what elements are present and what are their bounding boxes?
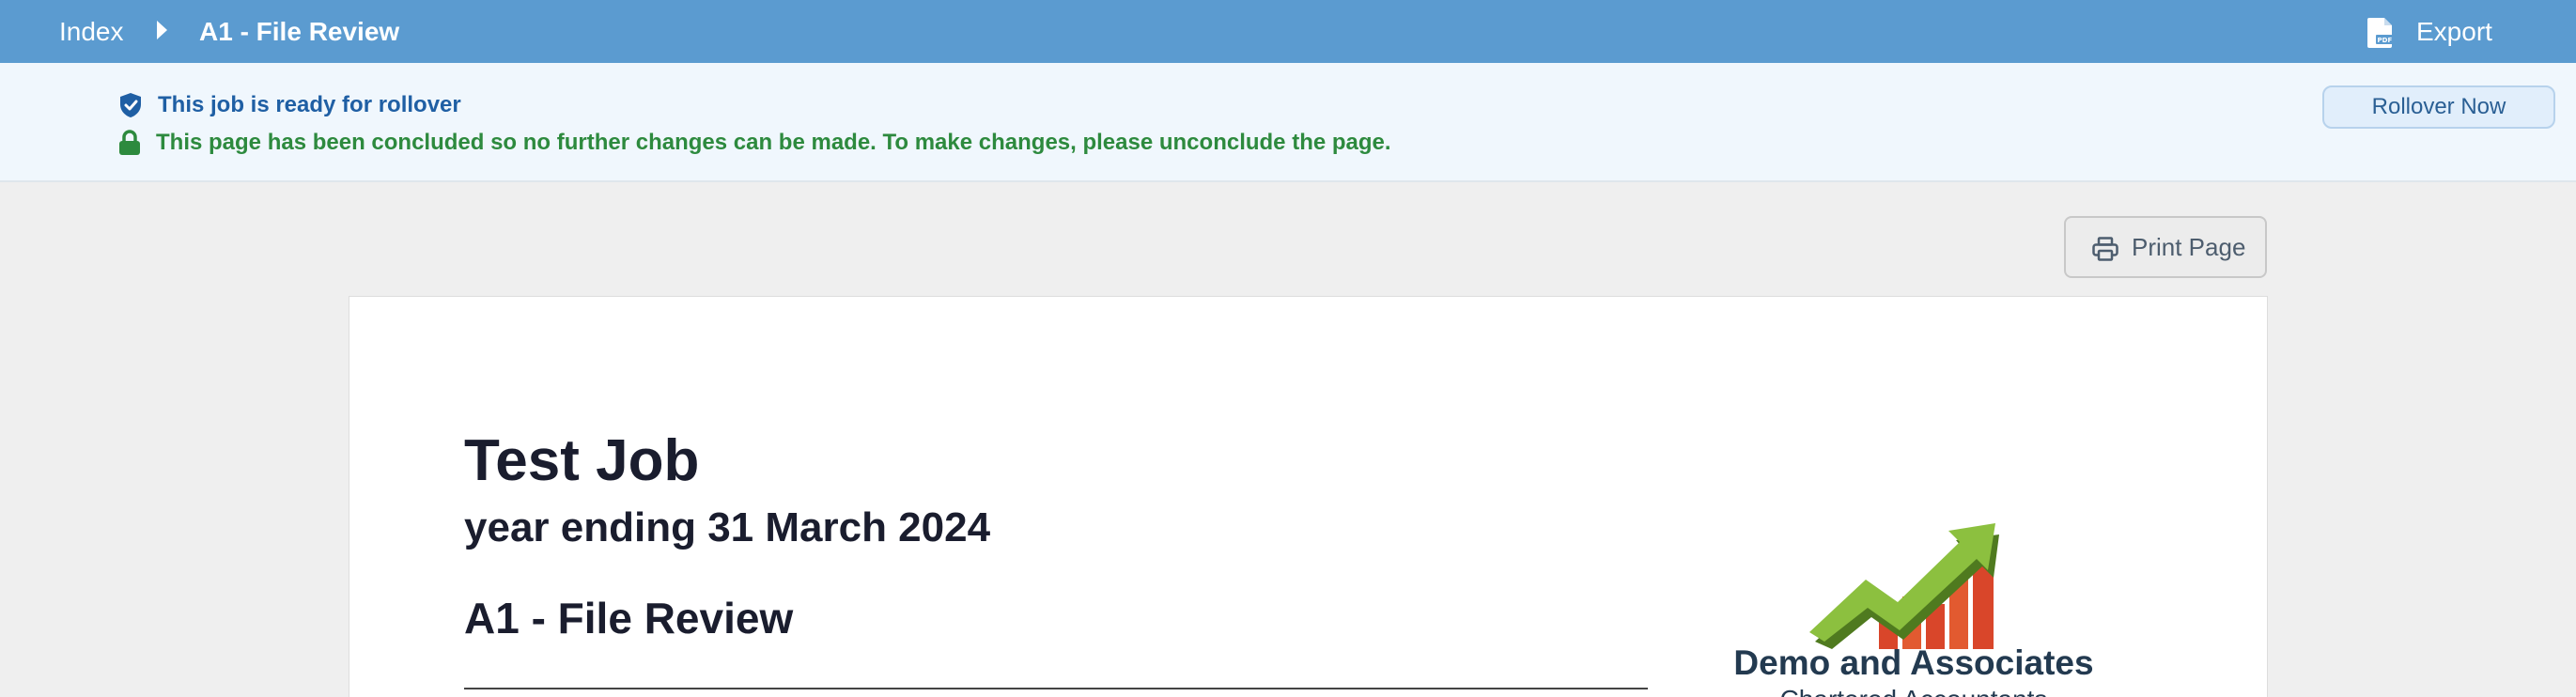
print-page-label: Print Page [2132, 233, 2246, 261]
print-page-button[interactable]: Print Page [2064, 216, 2267, 278]
company-logo: Demo and Associates Chartered Accountant… [1716, 471, 2111, 697]
year-ending-subtitle: year ending 31 March 2024 [464, 504, 991, 550]
growth-chart-logo-icon [1809, 523, 1999, 649]
notice-banner: This job is ready for rollover This page… [0, 63, 2576, 182]
logo-company-name: Demo and Associates [1733, 643, 2094, 682]
lock-icon [119, 130, 140, 155]
shield-check-icon [120, 93, 141, 117]
export-button[interactable]: PDF Export [2358, 9, 2555, 54]
breadcrumb-index-link[interactable]: Index [59, 13, 124, 51]
document-page: Test Job year ending 31 March 2024 A1 - … [349, 296, 2268, 697]
section-heading: A1 - File Review [464, 594, 794, 643]
printer-icon [2092, 237, 2118, 261]
concluded-message: This page has been concluded so no furth… [156, 130, 1391, 155]
rollover-message: This job is ready for rollover [158, 92, 461, 117]
logo-tagline: Chartered Accountants [1716, 685, 2111, 697]
pdf-file-icon: PDF [2367, 18, 2394, 48]
export-label: Export [2416, 17, 2492, 46]
svg-text:PDF: PDF [2378, 37, 2393, 44]
top-nav-bar: Index A1 - File Review PDF Export [0, 0, 2576, 63]
rollover-now-button[interactable]: Rollover Now [2322, 85, 2555, 129]
breadcrumb-current-page: A1 - File Review [199, 17, 400, 46]
job-title: Test Job [464, 428, 700, 493]
breadcrumb-caret-right-icon [157, 21, 167, 39]
heading-divider [464, 688, 1648, 689]
